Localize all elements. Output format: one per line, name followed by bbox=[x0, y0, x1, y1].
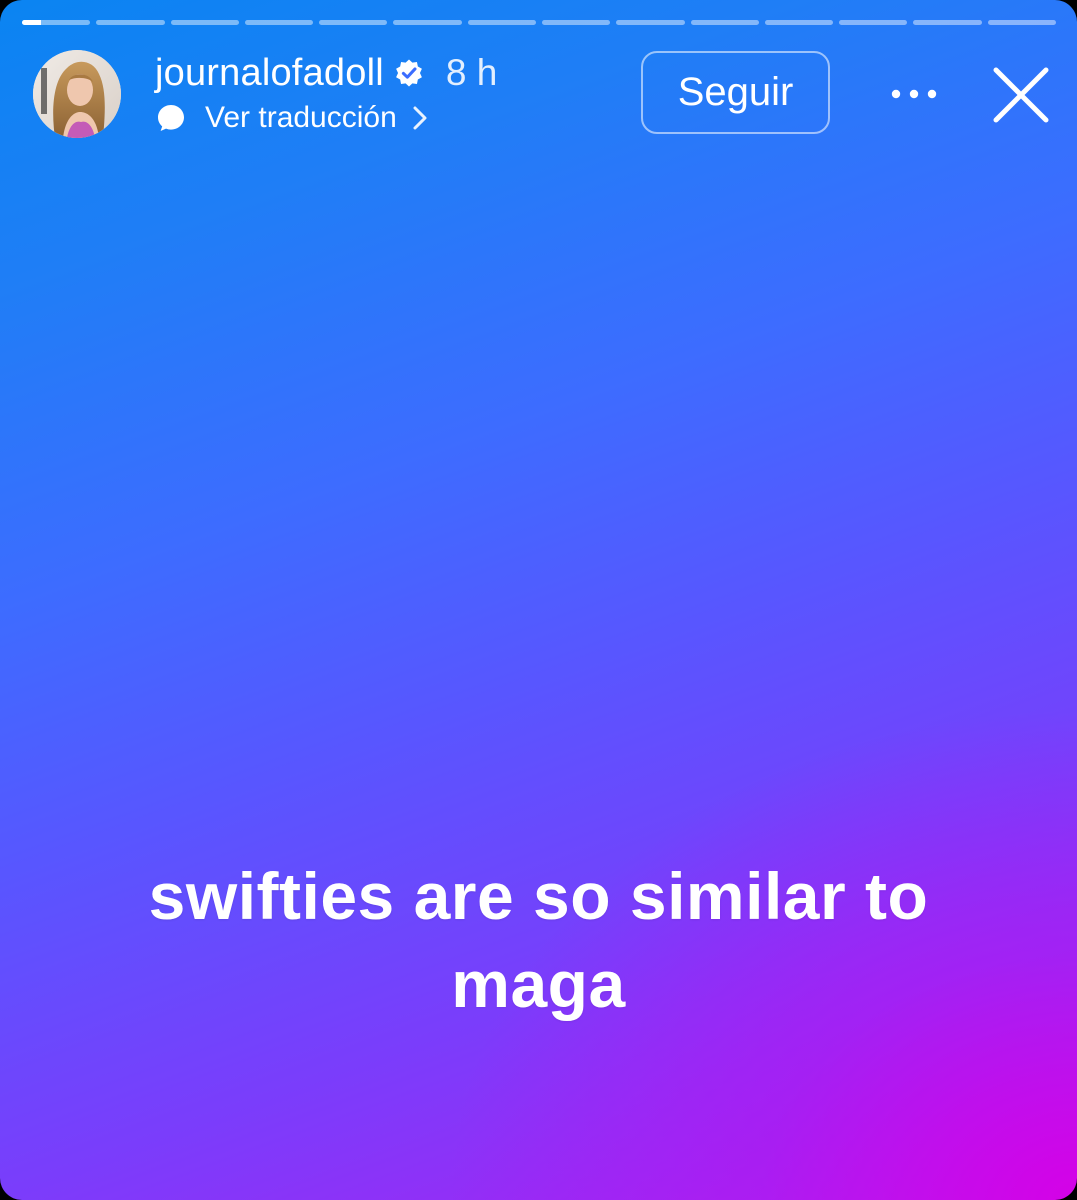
close-icon bbox=[993, 67, 1049, 123]
story-header: journalofadoll 8 h Ver traducción Seguir bbox=[33, 48, 1051, 140]
speech-bubble-icon bbox=[158, 105, 184, 131]
translate-link[interactable]: Ver traducción bbox=[155, 98, 497, 138]
progress-segment bbox=[244, 20, 314, 25]
close-button[interactable] bbox=[986, 60, 1056, 130]
username[interactable]: journalofadoll bbox=[155, 52, 384, 95]
progress-segment bbox=[764, 20, 834, 25]
avatar-photo bbox=[33, 50, 121, 138]
progress-segment bbox=[987, 20, 1056, 25]
follow-button[interactable]: Seguir bbox=[641, 51, 830, 134]
progress-segment bbox=[541, 20, 611, 25]
story-text: swifties are so similar to maga bbox=[148, 859, 929, 1021]
more-horizontal-icon bbox=[891, 89, 937, 99]
progress-segment bbox=[690, 20, 759, 25]
progress-segment bbox=[616, 20, 685, 25]
chevron-right-icon bbox=[413, 106, 427, 130]
progress-segment bbox=[22, 20, 91, 25]
progress-segment bbox=[319, 20, 388, 25]
user-avatar[interactable] bbox=[33, 50, 121, 138]
progress-segment bbox=[913, 20, 982, 25]
more-options-button[interactable] bbox=[879, 70, 949, 118]
progress-segment bbox=[96, 20, 165, 25]
user-row: journalofadoll 8 h bbox=[155, 48, 497, 98]
story-progress-bar bbox=[22, 20, 1056, 25]
verified-badge-icon bbox=[395, 59, 422, 87]
progress-segment bbox=[839, 20, 908, 25]
progress-segment bbox=[170, 20, 239, 25]
progress-segment bbox=[467, 20, 536, 25]
progress-segment-fill bbox=[22, 20, 42, 25]
translate-label: Ver traducción bbox=[205, 101, 397, 134]
user-info: journalofadoll 8 h Ver traducción bbox=[155, 48, 497, 138]
story-time: 8 h bbox=[445, 52, 498, 93]
story-viewer: journalofadoll 8 h Ver traducción Seguir bbox=[0, 0, 1077, 1200]
progress-segment bbox=[393, 20, 462, 25]
